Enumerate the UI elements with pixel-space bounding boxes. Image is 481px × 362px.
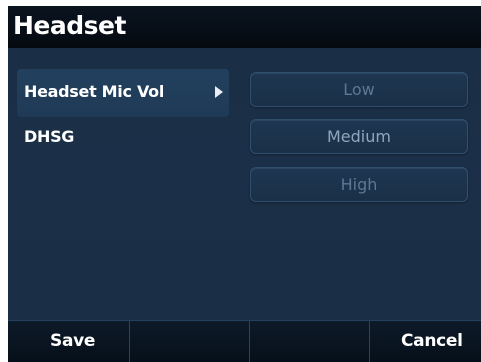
softkey-bar: Save Cancel xyxy=(8,320,481,362)
menu-item-label: Headset Mic Vol xyxy=(24,82,165,101)
softkey-label: Cancel xyxy=(401,331,463,351)
softkey-label: Save xyxy=(50,331,96,351)
menu-item-label: DHSG xyxy=(24,127,75,146)
option-high[interactable]: High xyxy=(250,167,468,202)
softkey-empty-3[interactable] xyxy=(250,321,370,362)
softkey-empty-2[interactable] xyxy=(130,321,250,362)
phone-screen: Headset Headset Mic Vol DHSG Low Medium … xyxy=(8,6,481,362)
menu-item-headset-mic-vol[interactable]: Headset Mic Vol xyxy=(17,69,229,117)
softkey-save[interactable]: Save xyxy=(8,321,130,362)
option-medium[interactable]: Medium xyxy=(250,119,468,154)
triangle-right-icon xyxy=(215,86,223,98)
option-low[interactable]: Low xyxy=(250,72,468,107)
page-title: Headset xyxy=(13,11,126,40)
menu-item-dhsg[interactable]: DHSG xyxy=(17,117,229,165)
title-bar: Headset xyxy=(8,6,481,48)
softkey-cancel[interactable]: Cancel xyxy=(370,321,481,362)
